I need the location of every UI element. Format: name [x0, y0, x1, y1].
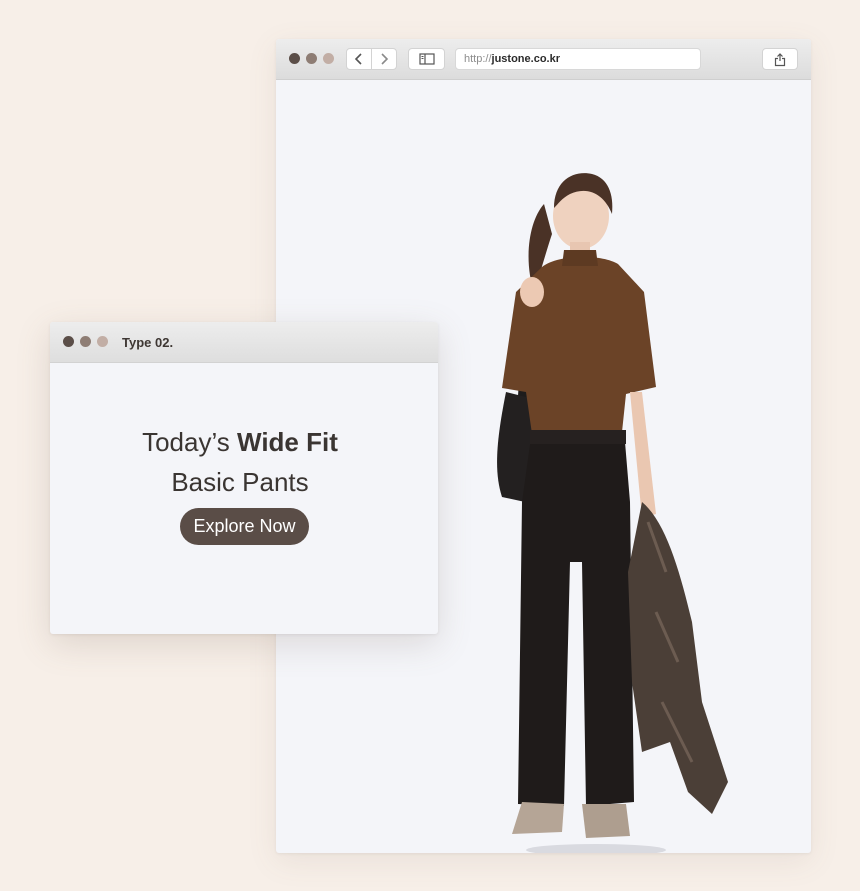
headline-prefix: Today’s [142, 427, 238, 457]
sidebar-icon [418, 53, 435, 65]
headline-line-2: Basic Pants [171, 467, 309, 497]
forward-button[interactable] [371, 48, 397, 70]
headline-line-1: Today’s Wide Fit [50, 422, 430, 462]
share-button[interactable] [762, 48, 798, 70]
close-dot[interactable] [63, 336, 74, 347]
maximize-dot[interactable] [97, 336, 108, 347]
browser-toolbar: http://justone.co.kr [276, 39, 811, 80]
promo-headline: Today’s Wide Fit Basic Pants [50, 422, 430, 502]
share-icon [774, 52, 786, 66]
minimize-dot[interactable] [306, 53, 317, 64]
minimize-dot[interactable] [80, 336, 91, 347]
promo-window-title: Type 02. [122, 335, 174, 350]
close-dot[interactable] [289, 53, 300, 64]
promo-window: Type 02. Today’s Wide Fit Basic Pants Ex… [50, 322, 438, 634]
maximize-dot[interactable] [323, 53, 334, 64]
chevron-right-icon [381, 53, 389, 65]
headline-emphasis: Wide Fit [237, 427, 338, 457]
model-photo [497, 173, 728, 853]
chevron-left-icon [354, 53, 362, 65]
url-host: justone.co.kr [491, 53, 560, 65]
promo-window-titlebar: Type 02. [50, 322, 438, 363]
url-scheme: http:// [464, 53, 492, 65]
back-button[interactable] [346, 48, 372, 70]
explore-now-button[interactable]: Explore Now [180, 508, 309, 545]
url-bar[interactable]: http://justone.co.kr [455, 48, 701, 70]
sidebar-button[interactable] [408, 48, 445, 70]
